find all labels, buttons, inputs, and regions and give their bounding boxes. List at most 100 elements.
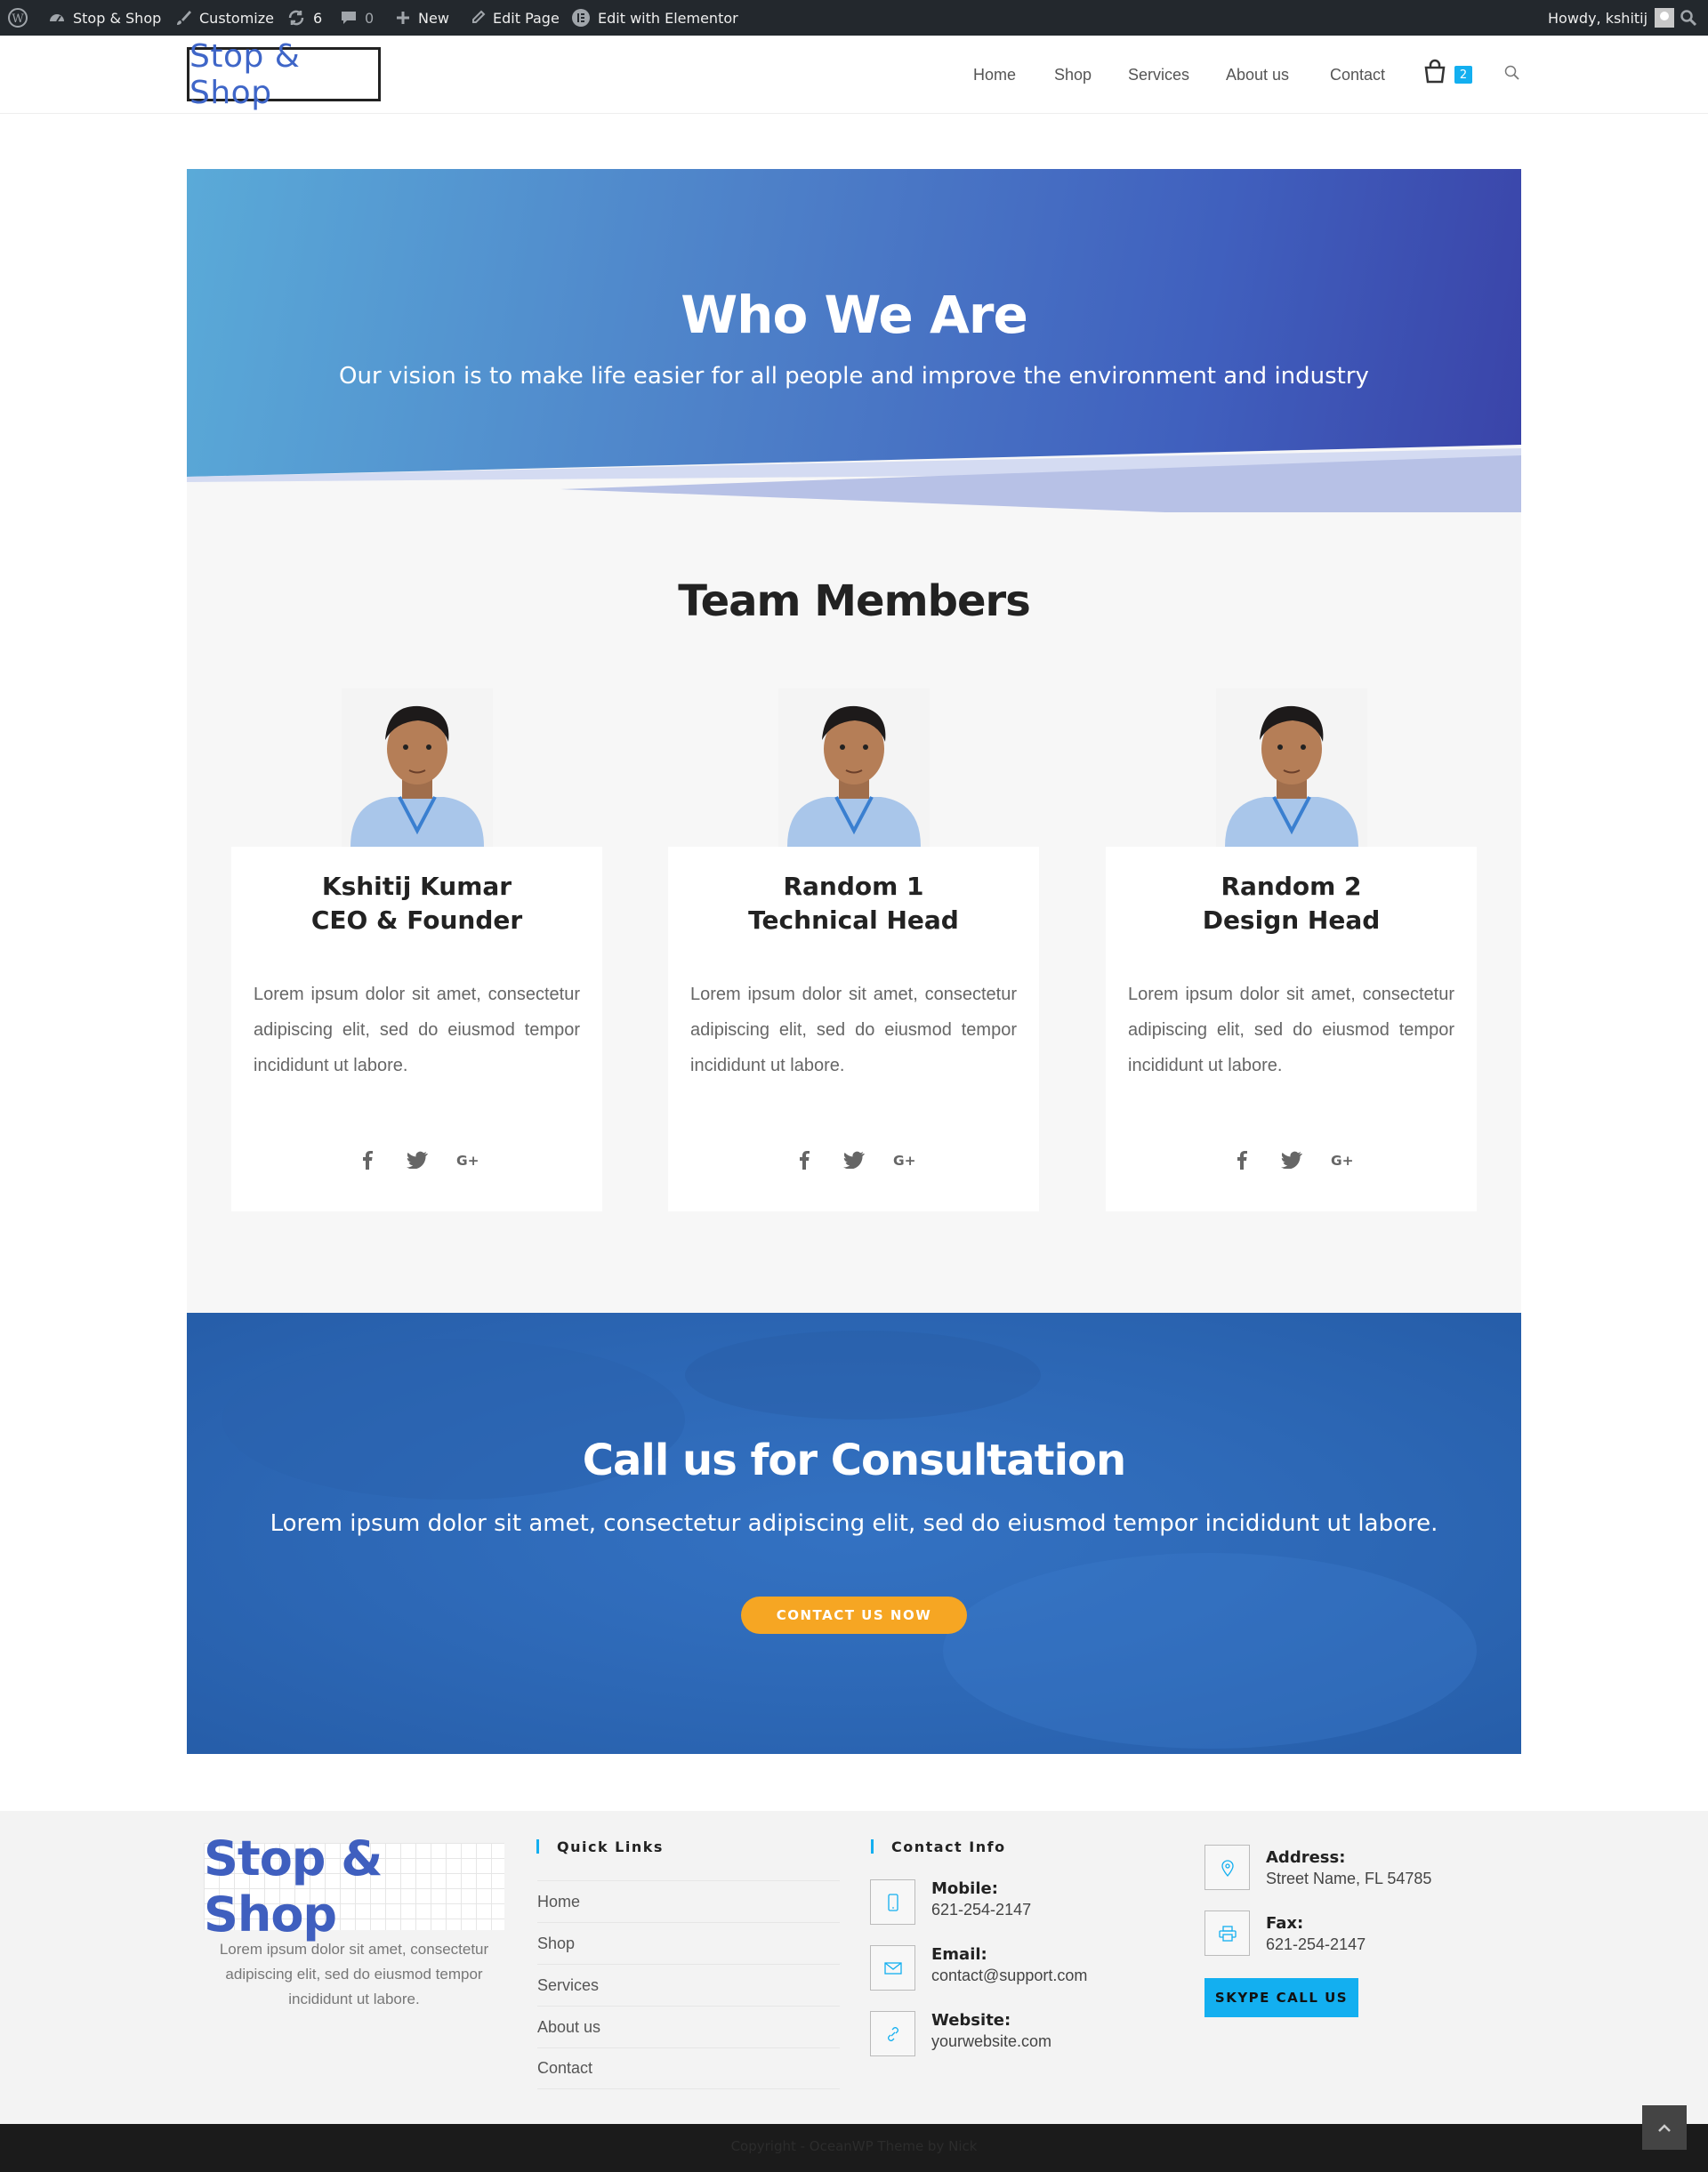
- svg-text:G+: G+: [1331, 1153, 1352, 1169]
- team-member-name: Random 2: [1221, 872, 1362, 901]
- team-card: Random 2 Design Head Lorem ipsum dolor s…: [1106, 688, 1477, 1211]
- admin-site-link[interactable]: Stop & Shop: [48, 0, 161, 36]
- website-value[interactable]: yourwebsite.com: [931, 2032, 1051, 2051]
- header-search-icon[interactable]: [1503, 64, 1523, 84]
- team-card: Random 1 Technical Head Lorem ipsum dolo…: [668, 688, 1039, 1211]
- fax-label: Fax:: [1266, 1914, 1304, 1933]
- cta-title: Call us for Consultation: [582, 1436, 1126, 1485]
- twitter-icon[interactable]: [842, 1149, 865, 1170]
- contact-fax: Fax: 621-254-2147: [1204, 1911, 1454, 1959]
- svg-text:W: W: [12, 12, 24, 26]
- team-member-photo: [1216, 688, 1367, 847]
- facebook-icon[interactable]: [794, 1149, 815, 1170]
- cart-button[interactable]: 2: [1423, 59, 1477, 87]
- admin-customize-label: Customize: [199, 9, 274, 27]
- team-card: Kshitij Kumar CEO & Founder Lorem ipsum …: [231, 688, 602, 1211]
- social-links: G+: [1106, 1149, 1477, 1170]
- footer-link-shop[interactable]: Shop: [537, 1922, 840, 1964]
- team-member-role: Technical Head: [748, 905, 959, 935]
- google-plus-icon[interactable]: G+: [456, 1149, 478, 1170]
- admin-edit-elementor-link[interactable]: Edit with Elementor: [571, 0, 738, 36]
- contact-address: Address: Street Name, FL 54785: [1204, 1845, 1454, 1893]
- admin-edit-page-label: Edit Page: [493, 9, 560, 27]
- scroll-to-top-button[interactable]: [1642, 2105, 1687, 2150]
- admin-howdy: Howdy, kshitij: [1548, 9, 1648, 27]
- wordpress-logo-icon[interactable]: W: [7, 0, 28, 36]
- contact-mobile: Mobile: 621-254-2147: [870, 1879, 1119, 1927]
- mobile-label: Mobile:: [931, 1879, 998, 1898]
- brush-icon: [174, 9, 192, 27]
- admin-edit-page-link[interactable]: Edit Page: [470, 0, 560, 36]
- mobile-icon: [870, 1879, 915, 1925]
- contact-info-heading: Contact Info: [871, 1838, 1006, 1855]
- twitter-icon[interactable]: [406, 1149, 428, 1170]
- shopping-bag-icon: [1423, 59, 1446, 87]
- wp-admin-bar: W Stop & Shop Customize 6 0 New Edit Pag…: [0, 0, 1708, 36]
- facebook-icon[interactable]: [1231, 1149, 1253, 1170]
- twitter-icon[interactable]: [1280, 1149, 1302, 1170]
- skype-call-button[interactable]: SKYPE CALL US: [1204, 1978, 1358, 2017]
- nav-services[interactable]: Services: [1128, 36, 1189, 114]
- team-member-heading: Kshitij Kumar CEO & Founder: [231, 870, 602, 937]
- team-member-bio: Lorem ipsum dolor sit amet, consectetur …: [690, 985, 1017, 1075]
- team-member-role: Design Head: [1202, 905, 1381, 935]
- team-member-heading: Random 2 Design Head: [1106, 870, 1477, 937]
- team-title: Team Members: [678, 576, 1031, 626]
- team-member-name: Kshitij Kumar: [321, 872, 512, 901]
- quick-links-list: Home Shop Services About us Contact: [537, 1880, 840, 2089]
- admin-search-icon[interactable]: [1680, 0, 1697, 36]
- elementor-icon: [571, 8, 591, 28]
- hero-subtitle: Our vision is to make life easier for al…: [339, 363, 1369, 390]
- footer-link-about-us[interactable]: About us: [537, 2006, 840, 2047]
- cta-text: Lorem ipsum dolor sit amet, consectetur …: [270, 1510, 1438, 1537]
- avatar: [1655, 8, 1675, 28]
- facebook-icon[interactable]: [357, 1149, 378, 1170]
- site-logo[interactable]: Stop & Shop: [187, 38, 381, 111]
- google-plus-icon[interactable]: G+: [1331, 1149, 1352, 1170]
- admin-customize-link[interactable]: Customize: [174, 0, 274, 36]
- nav-home[interactable]: Home: [973, 36, 1016, 114]
- copyright-text: Copyright - OceanWP Theme by Nick: [730, 2138, 978, 2154]
- hero-title: Who We Are: [681, 285, 1028, 345]
- fax-value: 621-254-2147: [1266, 1935, 1366, 1953]
- plus-icon: [395, 10, 411, 26]
- footer-link-services[interactable]: Services: [537, 1964, 840, 2006]
- footer-logo[interactable]: Stop & Shop: [204, 1830, 504, 1943]
- admin-new-link[interactable]: New: [395, 0, 449, 36]
- social-links: G+: [668, 1149, 1039, 1170]
- footer-link-home[interactable]: Home: [537, 1880, 840, 1922]
- admin-updates-count: 6: [313, 9, 323, 27]
- cart-count-badge: 2: [1454, 66, 1472, 84]
- team-member-heading: Random 1 Technical Head: [668, 870, 1039, 937]
- team-member-photo: [778, 688, 930, 847]
- footer-link-contact[interactable]: Contact: [537, 2047, 840, 2089]
- dashboard-icon: [48, 9, 66, 27]
- address-value: Street Name, FL 54785: [1266, 1870, 1432, 1887]
- mobile-value: 621-254-2147: [931, 1901, 1032, 1919]
- footer-about-text: Lorem ipsum dolor sit amet, consectetur …: [219, 1941, 489, 2007]
- email-value[interactable]: contact@support.com: [931, 1967, 1087, 1985]
- consultation-cta: Call us for Consultation Lorem ipsum dol…: [187, 1313, 1521, 1754]
- contact-email: Email: contact@support.com: [870, 1945, 1119, 1993]
- updates-icon: [286, 9, 306, 27]
- admin-edit-elementor-label: Edit with Elementor: [598, 9, 738, 27]
- comment-icon: [340, 9, 358, 27]
- contact-us-now-button[interactable]: CONTACT US NOW: [741, 1597, 967, 1634]
- team-member-photo: [342, 688, 493, 847]
- quick-links-heading: Quick Links: [536, 1838, 664, 1855]
- team-member-role: CEO & Founder: [310, 905, 523, 935]
- admin-comments-count: 0: [365, 9, 375, 27]
- google-plus-icon[interactable]: G+: [893, 1149, 914, 1170]
- team-section: Team Members Kshitij Kumar CEO & Founder…: [187, 512, 1521, 1313]
- footer-logo-text: Stop & Shop: [204, 1830, 383, 1943]
- admin-updates-link[interactable]: 6: [286, 0, 322, 36]
- nav-about-us[interactable]: About us: [1226, 36, 1289, 114]
- location-pin-icon: [1204, 1845, 1250, 1890]
- email-label: Email:: [931, 1945, 987, 1964]
- nav-shop[interactable]: Shop: [1054, 36, 1092, 114]
- admin-comments-link[interactable]: 0: [340, 0, 374, 36]
- admin-site-name: Stop & Shop: [73, 9, 162, 27]
- admin-account-link[interactable]: Howdy, kshitij: [1548, 0, 1675, 36]
- contact-website: Website: yourwebsite.com: [870, 2011, 1119, 2059]
- nav-contact[interactable]: Contact: [1330, 36, 1385, 114]
